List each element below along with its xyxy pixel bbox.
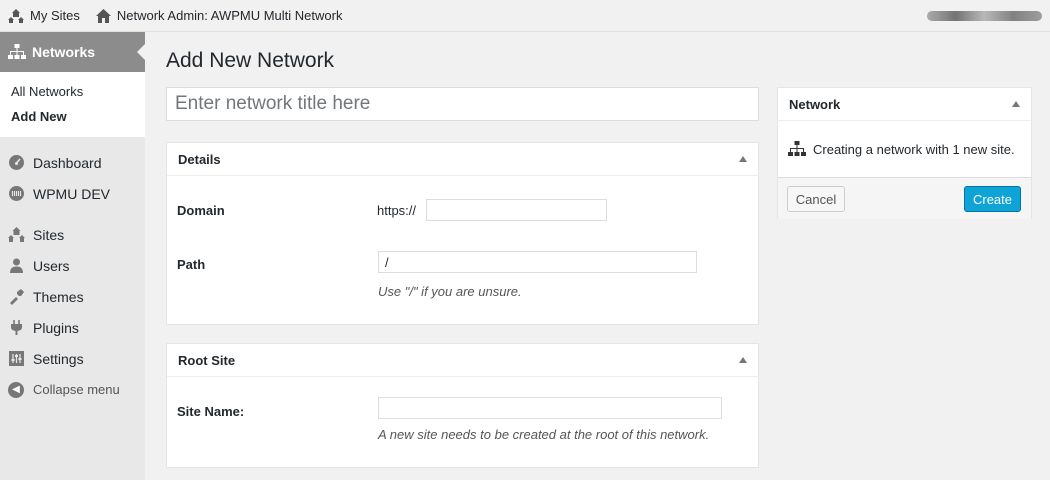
menu-item-users-label: Users (33, 257, 70, 274)
menu-item-settings[interactable]: Settings (0, 343, 145, 374)
menu-item-themes[interactable]: Themes (0, 281, 145, 312)
my-sites-label: My Sites (30, 8, 80, 23)
menu-item-users[interactable]: Users (0, 250, 145, 281)
my-sites-link[interactable]: My Sites (0, 0, 88, 32)
site-name-input[interactable] (378, 397, 722, 419)
users-icon (10, 258, 23, 273)
network-summary: Creating a network with 1 new site. (778, 121, 1031, 177)
page-title: Add New Network (166, 49, 335, 72)
submenu-all-networks[interactable]: All Networks (0, 79, 145, 104)
sites-icon (8, 8, 24, 23)
details-heading: Details (178, 151, 221, 167)
network-heading: Network (789, 96, 841, 112)
cancel-button[interactable]: Cancel (787, 186, 845, 212)
menu-item-dashboard[interactable]: Dashboard (0, 147, 145, 178)
details-panel-header[interactable]: Details (167, 143, 758, 176)
site-name-label: Site Name: (177, 404, 245, 419)
menu-item-networks[interactable]: Networks (0, 32, 145, 72)
domain-label: Domain (177, 203, 225, 218)
domain-prefix: https:// (377, 203, 417, 218)
menu-item-plugins-label: Plugins (33, 319, 79, 336)
create-button[interactable]: Create (964, 186, 1021, 212)
plugins-icon (11, 320, 22, 335)
root-site-heading: Root Site (178, 352, 236, 368)
network-admin-link[interactable]: Network Admin: AWPMU Multi Network (88, 0, 351, 32)
menu-item-sites-label: Sites (33, 226, 65, 243)
path-label: Path (177, 257, 206, 272)
network-summary-text: Creating a network with 1 new site. (813, 141, 1015, 157)
sites-icon (8, 227, 25, 242)
dashboard-icon (9, 155, 24, 170)
menu-item-wpmudev[interactable]: WPMU DEV (0, 178, 145, 209)
network-panel-header[interactable]: Network (778, 88, 1031, 121)
domain-input[interactable] (426, 199, 607, 221)
collapse-menu-label: Collapse menu (33, 382, 120, 397)
network-actions: Cancel Create (778, 177, 1031, 219)
collapse-menu-button[interactable]: ◀ Collapse menu (0, 374, 145, 405)
collapse-icon: ◀ (8, 381, 24, 398)
menu-item-networks-label: Networks (32, 44, 96, 60)
account-avatar[interactable] (927, 11, 1042, 21)
path-hint: Use "/" if you are unsure. (378, 284, 522, 299)
site-name-hint: A new site needs to be created at the ro… (378, 427, 710, 442)
details-panel: Details Domain https:// Path Use "/" if … (166, 142, 759, 325)
network-icon (788, 141, 806, 156)
collapse-arrow-icon[interactable] (1012, 101, 1020, 107)
collapse-arrow-icon[interactable] (739, 357, 747, 363)
themes-icon (10, 289, 24, 305)
menu-item-settings-label: Settings (33, 350, 84, 367)
admin-bar: My Sites Network Admin: AWPMU Multi Netw… (0, 0, 1050, 32)
network-panel: Network Creating a network with 1 new si… (777, 87, 1032, 219)
home-icon (95, 8, 111, 23)
network-icon (8, 44, 26, 59)
submenu-add-new[interactable]: Add New (0, 104, 145, 129)
network-admin-label: Network Admin: AWPMU Multi Network (116, 8, 343, 23)
menu-item-sites[interactable]: Sites (0, 219, 145, 250)
menu-item-wpmudev-label: WPMU DEV (33, 185, 110, 202)
root-site-panel: Root Site Site Name: A new site needs to… (166, 343, 759, 468)
menu-item-plugins[interactable]: Plugins (0, 312, 145, 343)
wpmudev-icon (9, 186, 24, 201)
collapse-arrow-icon[interactable] (739, 156, 747, 162)
menu-item-themes-label: Themes (33, 288, 84, 305)
path-input[interactable] (378, 251, 697, 273)
admin-menu: Networks All Networks Add New Dashboard … (0, 32, 145, 480)
network-title-input[interactable] (166, 87, 759, 121)
root-site-panel-header[interactable]: Root Site (167, 344, 758, 377)
menu-item-dashboard-label: Dashboard (33, 154, 102, 171)
networks-submenu: All Networks Add New (0, 72, 145, 137)
settings-icon (9, 351, 24, 366)
